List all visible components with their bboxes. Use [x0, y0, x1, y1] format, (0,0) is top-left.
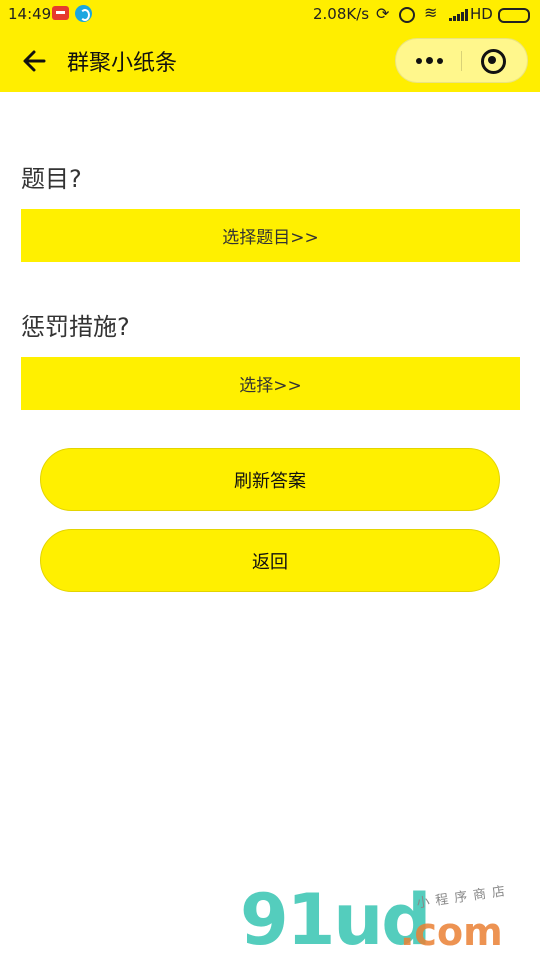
watermark: 91ud .com 小程序商店 [240, 880, 540, 960]
close-button[interactable] [462, 39, 527, 82]
calendar-app-icon [52, 6, 69, 20]
more-button[interactable] [396, 39, 461, 82]
select-punishment-button[interactable]: 选择>> [21, 357, 520, 410]
more-dots-icon [426, 57, 433, 64]
return-button[interactable]: 返回 [40, 529, 500, 592]
status-time: 14:49 [8, 5, 52, 23]
refresh-answer-button[interactable]: 刷新答案 [40, 448, 500, 511]
page-title: 群聚小纸条 [67, 51, 178, 76]
watermark-tagline: 小程序商店 [415, 883, 512, 912]
more-dots-icon [416, 58, 422, 64]
question-label: 题目? [21, 165, 82, 193]
network-type-label: HD [470, 5, 493, 23]
status-bar: 14:49 2.08K/s ⟳ ≋ HD [0, 0, 540, 30]
sync-off-icon: ⟳ [376, 4, 390, 23]
network-speed: 2.08K/s [313, 5, 370, 23]
nav-bar: 群聚小纸条 [0, 30, 540, 92]
target-close-dot [488, 56, 496, 64]
screen: 14:49 2.08K/s ⟳ ≋ HD 群聚小纸条 题目? 选择题目>> 惩罚… [0, 0, 540, 960]
mini-program-capsule [395, 38, 528, 83]
back-button[interactable] [18, 44, 52, 78]
arrow-left-icon [23, 50, 46, 72]
watermark-domain: .com [400, 910, 503, 954]
wifi-icon: ≋ [424, 3, 438, 22]
more-dots-icon [437, 58, 443, 64]
alarm-icon [399, 7, 415, 23]
select-question-button[interactable]: 选择题目>> [21, 209, 520, 262]
punishment-label: 惩罚措施? [21, 313, 130, 341]
browser-app-icon [75, 5, 92, 22]
battery-icon [498, 8, 530, 23]
signal-icon [449, 9, 468, 21]
